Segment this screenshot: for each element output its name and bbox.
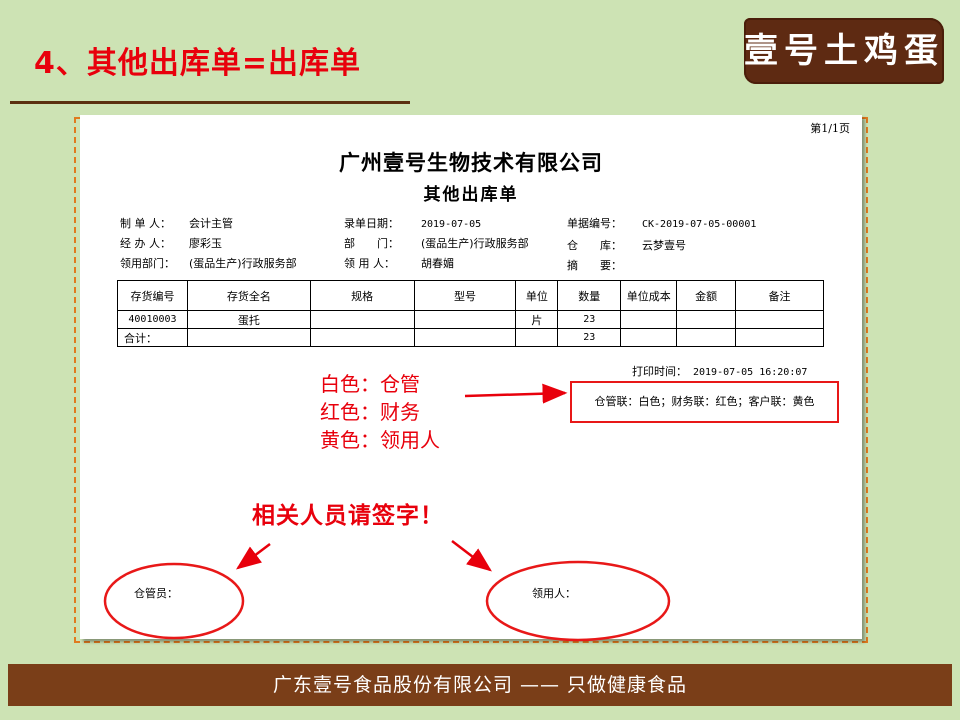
footer-banner: 广东壹号食品股份有限公司 —— 只做健康食品 bbox=[8, 664, 952, 706]
annotation-overlay bbox=[103, 383, 671, 642]
arrow-to-keeper bbox=[236, 543, 271, 570]
keeper-circle bbox=[103, 562, 245, 640]
arrow-to-copy-note bbox=[464, 383, 568, 404]
receiver-circle bbox=[485, 560, 671, 642]
arrow-to-receiver bbox=[451, 540, 492, 572]
